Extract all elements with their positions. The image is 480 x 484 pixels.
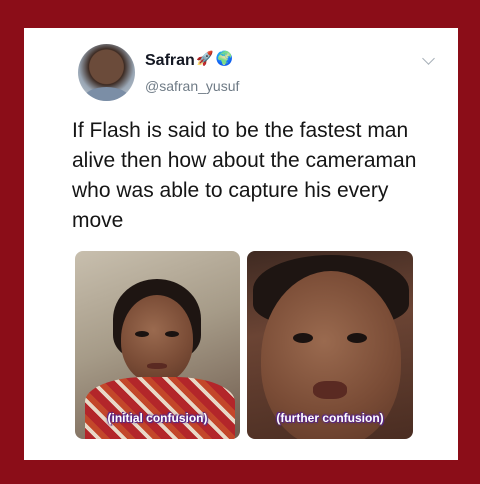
globe-icon: 🌍 — [215, 50, 233, 66]
image-caption: (initial confusion) — [107, 411, 208, 425]
tweet-image-right[interactable]: (further confusion) — [247, 251, 413, 439]
eye-shape — [165, 331, 179, 337]
name-badges: 🚀 🌍 — [196, 50, 233, 67]
meme-frame: Safran 🚀 🌍 @safran_yusuf If Flash is said… — [0, 0, 480, 484]
tweet-card: Safran 🚀 🌍 @safran_yusuf If Flash is said… — [24, 28, 458, 460]
display-name[interactable]: Safran — [145, 52, 195, 70]
tweet-image-left[interactable]: (initial confusion) — [75, 251, 240, 439]
avatar[interactable] — [78, 44, 135, 101]
rocket-icon: 🚀 — [196, 50, 214, 66]
chevron-down-icon[interactable] — [422, 52, 435, 65]
eye-shape — [347, 333, 367, 343]
image-caption: (further confusion) — [276, 411, 384, 425]
blouse-shape — [85, 377, 235, 439]
face-shape — [121, 295, 193, 383]
eye-shape — [293, 333, 313, 343]
mouth-shape — [313, 381, 347, 399]
eye-shape — [135, 331, 149, 337]
tweet-text: If Flash is said to be the fastest man a… — [72, 119, 417, 232]
avatar-shirt — [84, 87, 129, 101]
mouth-shape — [147, 363, 167, 369]
user-handle[interactable]: @safran_yusuf — [145, 78, 239, 94]
